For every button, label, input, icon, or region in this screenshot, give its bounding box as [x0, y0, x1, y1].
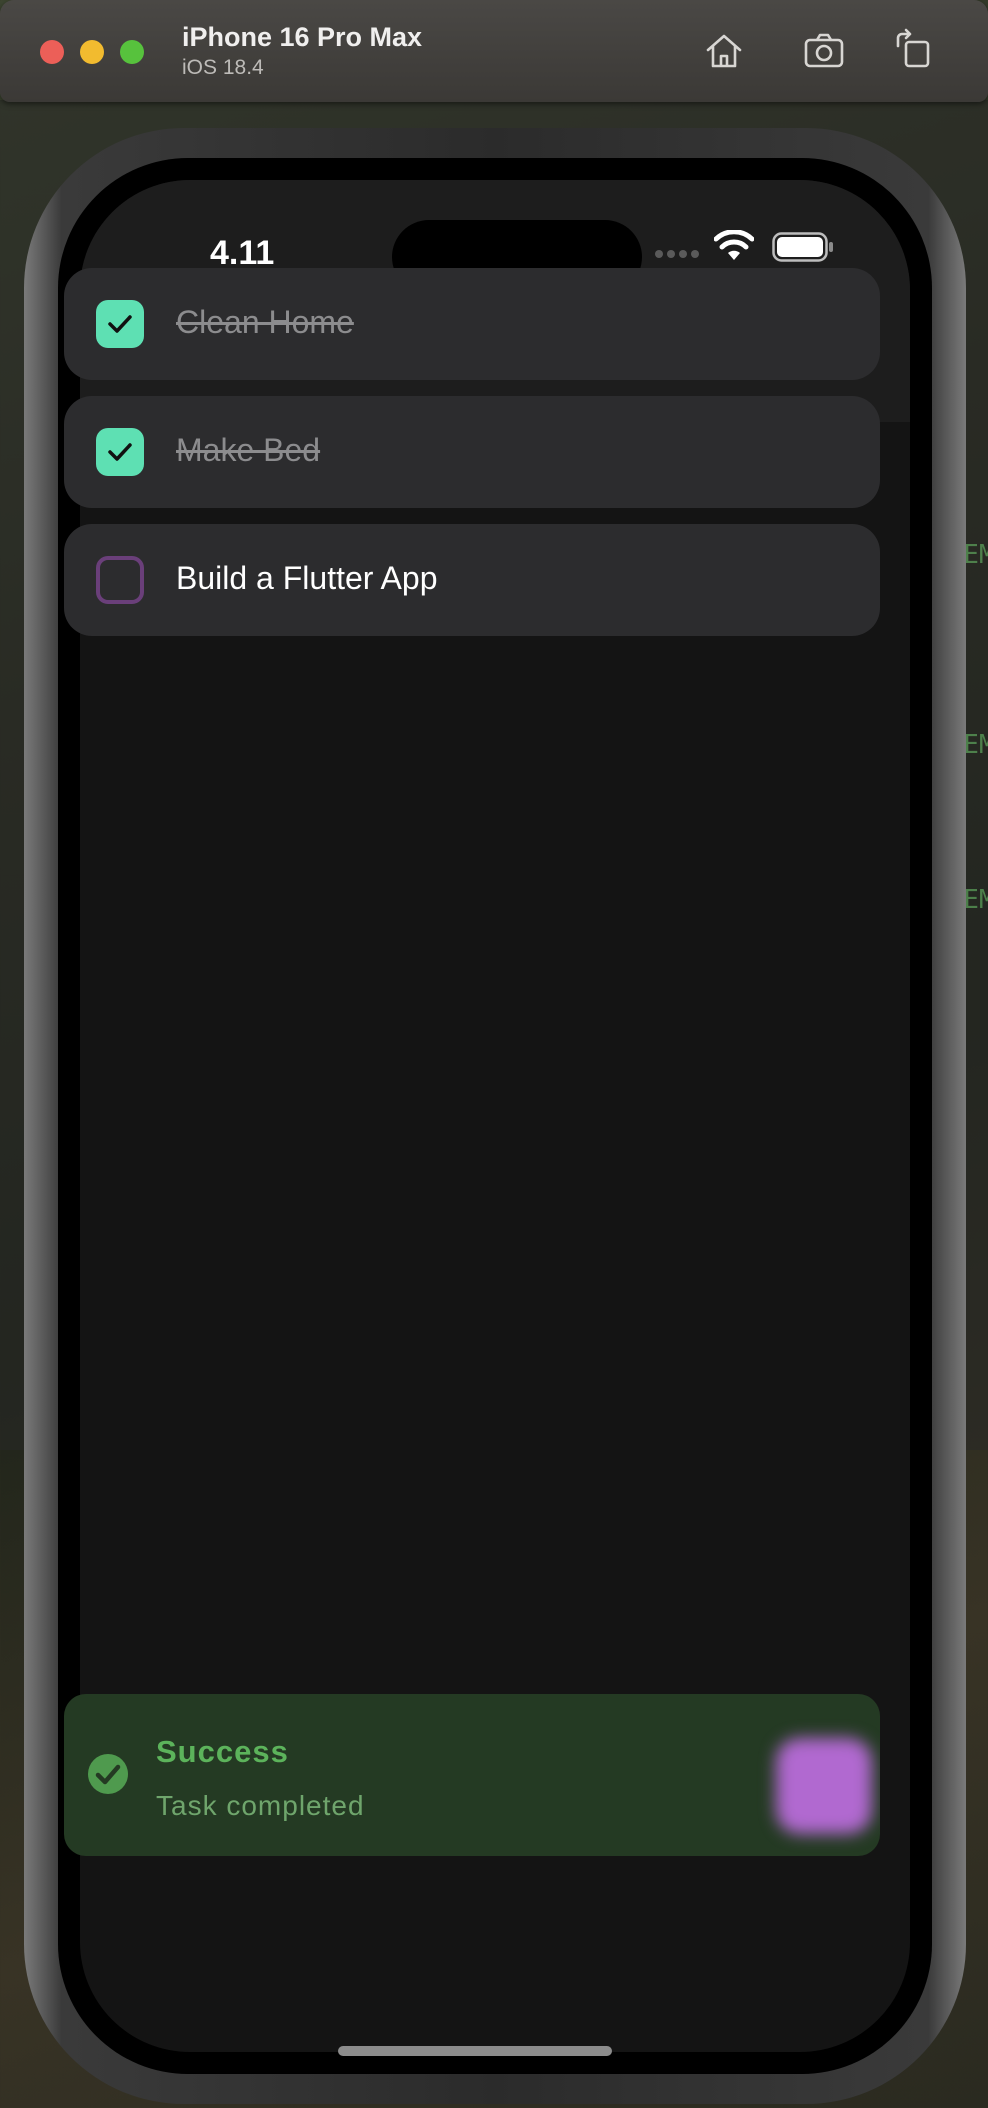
app-bar: Daily Tasks [80, 290, 910, 422]
page-title: Daily Tasks [375, 326, 615, 375]
cellular-signal-icon [655, 250, 699, 258]
home-icon[interactable] [702, 28, 746, 72]
wifi-icon [714, 230, 754, 260]
simulator-titlebar: iPhone 16 Pro Max iOS 18.4 [0, 0, 988, 102]
close-window-button[interactable] [40, 40, 64, 64]
phone-screen: 4.11 Daily Tasks [80, 180, 910, 2052]
status-bar: 4.11 [80, 180, 910, 294]
device-name: iPhone 16 Pro Max [182, 22, 423, 52]
battery-icon [772, 232, 833, 262]
rotate-icon[interactable] [892, 28, 936, 72]
status-time: 4.11 [210, 234, 275, 272]
phone-frame: 4.11 Daily Tasks [24, 128, 966, 2104]
zoom-window-button[interactable] [120, 40, 144, 64]
os-version: iOS 18.4 [182, 56, 264, 79]
dynamic-island [392, 220, 642, 294]
minimize-window-button[interactable] [80, 40, 104, 64]
phone-bezel: 4.11 Daily Tasks [58, 158, 932, 2074]
screenshot-icon[interactable] [802, 28, 846, 72]
